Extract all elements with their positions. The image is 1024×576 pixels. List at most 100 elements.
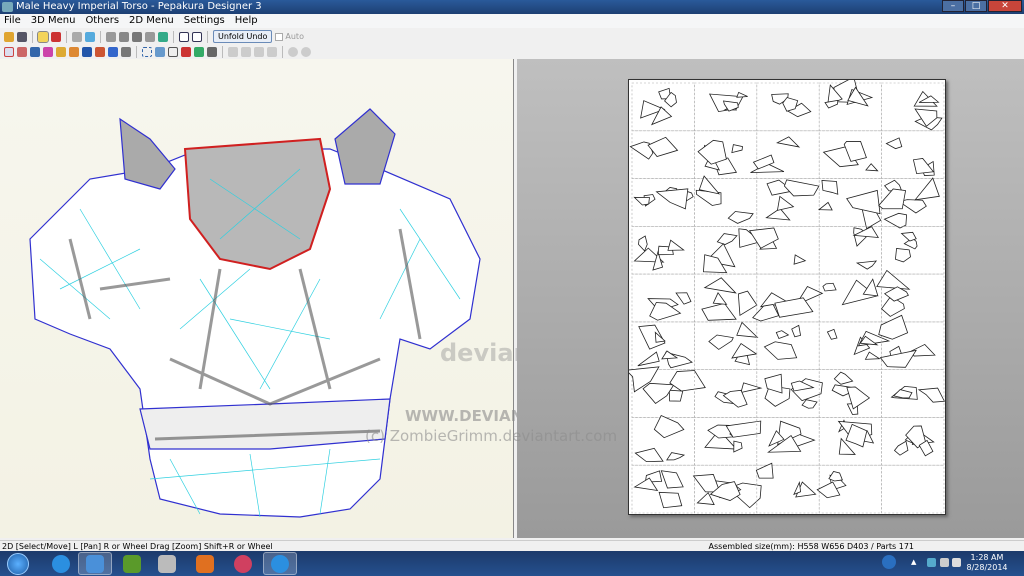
pattern-part[interactable] [826,328,838,340]
pattern-part[interactable] [893,440,909,456]
taskbar-zune[interactable] [226,552,260,575]
pattern-part[interactable] [900,231,917,242]
unfold-undo-button[interactable]: Unfold Undo [213,30,273,43]
pattern-part[interactable] [675,292,692,305]
pattern-part[interactable] [716,233,738,245]
pattern-part[interactable] [727,211,754,224]
lightbulb-icon[interactable] [37,30,49,43]
pattern-part[interactable] [638,235,648,252]
pattern-part[interactable] [722,389,748,408]
taskbar-paint[interactable] [188,552,222,575]
flip-icon[interactable] [85,31,95,42]
pattern-part[interactable] [633,196,650,206]
menu-help[interactable]: Help [235,14,258,28]
pattern-part[interactable] [775,330,790,340]
volume-icon[interactable] [952,558,961,567]
print-preview-icon[interactable] [168,46,178,57]
3d-view[interactable]: deviantART WWW.DEVIANTART.COM (c) Zombie… [0,59,617,538]
zoom-out-icon[interactable] [301,46,311,57]
pattern-part[interactable] [878,188,907,210]
network-icon[interactable] [940,558,949,567]
menu-settings[interactable]: Settings [184,14,225,28]
pattern-part[interactable] [914,177,940,201]
pattern-part[interactable] [666,452,686,461]
menu-others[interactable]: Others [85,14,119,28]
start-button[interactable] [7,553,29,575]
paint-icon[interactable] [43,46,53,57]
pattern-part[interactable] [878,314,909,340]
select-area-icon[interactable] [142,46,152,57]
pattern-part[interactable] [885,137,903,150]
arrange-icon[interactable] [155,46,165,57]
pattern-part[interactable] [828,471,843,482]
pattern-part[interactable] [855,260,878,270]
open-icon[interactable] [4,31,14,42]
pattern-part[interactable] [763,341,798,360]
pattern-part[interactable] [733,440,743,453]
pattern-part[interactable] [740,382,763,394]
pattern-part[interactable] [917,387,946,403]
rotate-icon[interactable] [72,31,82,42]
pattern-part[interactable] [701,302,737,321]
align-top-icon[interactable] [254,46,264,57]
page-icon[interactable] [56,46,66,57]
pattern-part[interactable] [865,163,879,172]
pattern-part[interactable] [660,470,684,489]
pattern-part[interactable] [655,188,689,210]
unfold-icon[interactable] [158,31,168,42]
join-icon[interactable] [119,31,129,42]
show-hidden-icon[interactable]: ▲ [911,558,920,567]
pattern-part[interactable] [731,144,743,154]
pattern-part[interactable] [776,136,801,148]
minimize-button[interactable]: – [942,0,964,12]
2d-view[interactable] [517,59,1024,538]
save-icon[interactable] [17,31,27,42]
menu-2d[interactable]: 2D Menu [129,14,174,28]
pattern-part[interactable] [864,351,881,360]
pattern-part[interactable] [708,334,734,350]
arrow-icon[interactable] [121,46,131,57]
auto-checkbox[interactable]: Auto [275,32,304,41]
pattern-part[interactable] [731,343,758,359]
pattern-part[interactable] [783,179,820,197]
color-fill-icon[interactable] [181,46,191,57]
pattern-part[interactable] [883,212,908,229]
pattern-part[interactable] [776,195,795,211]
pattern-part[interactable] [668,389,684,402]
taskbar-ie-window[interactable] [263,552,297,575]
page-setup-icon[interactable] [194,46,204,57]
pattern-part[interactable] [736,321,759,338]
align-left-icon[interactable] [228,46,238,57]
pattern-part[interactable] [791,324,802,338]
pattern-part[interactable] [697,139,727,165]
zoom-in-icon[interactable] [288,46,298,57]
info-icon[interactable] [882,555,896,569]
image-icon[interactable] [82,46,92,57]
dropbox-icon[interactable] [927,558,936,567]
pattern-part[interactable] [737,290,758,317]
taskbar-media[interactable] [150,552,184,575]
align-bottom-icon[interactable] [267,46,277,57]
move-icon[interactable] [95,46,105,57]
align-right-icon[interactable] [241,46,251,57]
pattern-part[interactable] [703,277,737,294]
pattern-part[interactable] [637,351,660,367]
maximize-button[interactable]: □ [965,0,987,12]
pattern-part[interactable] [822,282,837,292]
app-icon[interactable] [2,2,13,12]
menu-3d[interactable]: 3D Menu [31,14,76,28]
pattern-part[interactable] [793,254,807,265]
pattern-part[interactable] [712,292,728,305]
window-icon[interactable] [30,46,40,57]
pattern-part[interactable] [653,415,685,439]
flap-icon[interactable] [145,31,155,42]
pattern-part[interactable] [725,420,762,438]
text-icon[interactable] [69,46,79,57]
pattern-part[interactable] [895,247,911,263]
pattern-part[interactable] [634,447,664,463]
printer-icon[interactable] [207,46,217,57]
edit-icon[interactable] [106,31,116,42]
pattern-part[interactable] [821,179,839,195]
pattern-part[interactable] [667,239,685,251]
pattern-part[interactable] [736,91,748,98]
